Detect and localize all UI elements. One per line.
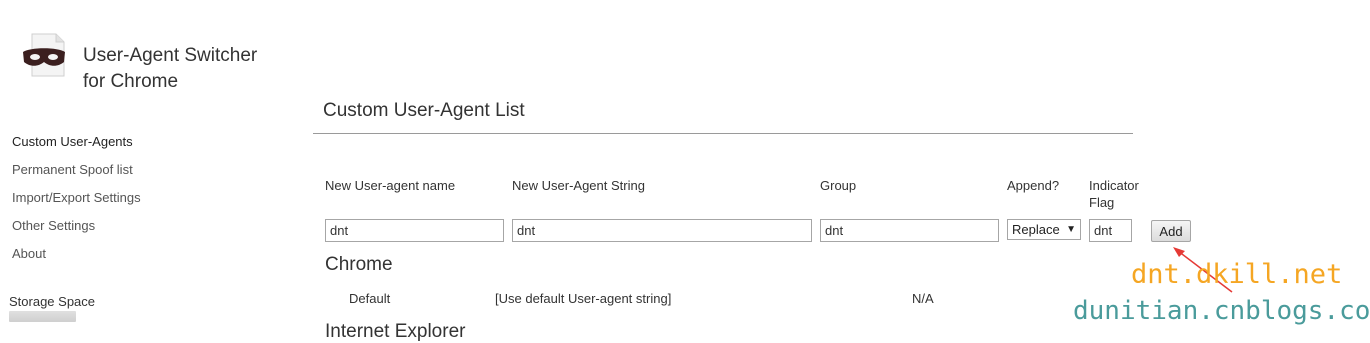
ua-row-flag: N/A [912, 291, 934, 306]
column-header-group: Group [820, 178, 857, 193]
indicator-flag-input[interactable] [1089, 219, 1132, 242]
watermark-line1: dnt.dkill.net [1131, 259, 1343, 290]
group-input[interactable] [820, 219, 999, 242]
page-title: Custom User-Agent List [323, 100, 525, 121]
sidebar-item-about[interactable]: About [12, 246, 141, 274]
sidebar-item-custom-user-agents[interactable]: Custom User-Agents [12, 134, 141, 162]
group-title-chrome: Chrome [325, 254, 393, 275]
column-header-flag-line1: Indicator [1089, 178, 1139, 193]
sidebar-item-import-export-settings[interactable]: Import/Export Settings [12, 190, 141, 218]
dropdown-triangle-icon: ▼ [1066, 224, 1076, 235]
app-title: User-Agent Switcher for Chrome [83, 43, 283, 95]
column-header-string: New User-Agent String [512, 178, 645, 193]
ua-row-name[interactable]: Default [349, 291, 390, 306]
user-agent-string-input[interactable] [512, 219, 812, 242]
sidebar-item-other-settings[interactable]: Other Settings [12, 218, 141, 246]
watermark-line2: dunitian.cnblogs.com [1073, 296, 1370, 326]
title-divider [313, 133, 1133, 134]
storage-space-label: Storage Space [9, 294, 96, 309]
app-title-line2: for Chrome [83, 71, 179, 92]
group-title-internet-explorer: Internet Explorer [325, 321, 466, 342]
append-select-value: Replace [1012, 222, 1060, 237]
user-agent-name-input[interactable] [325, 219, 504, 242]
storage-space-bar [9, 311, 76, 322]
sidebar-item-permanent-spoof-list[interactable]: Permanent Spoof list [12, 162, 141, 190]
column-header-flag-line2: Flag [1089, 195, 1115, 210]
bandit-mask-icon [23, 33, 65, 77]
column-header-name: New User-agent name [325, 178, 456, 193]
column-header-indicator-flag: Indicator Flag [1089, 177, 1139, 211]
append-select[interactable]: Replace ▼ [1007, 219, 1081, 240]
sidebar-nav: Custom User-Agents Permanent Spoof list … [12, 134, 141, 274]
column-header-append: Append? [1007, 178, 1060, 193]
add-button[interactable]: Add [1151, 220, 1191, 242]
ua-row-string: [Use default User-agent string] [495, 291, 672, 306]
app-title-line1: User-Agent Switcher [83, 45, 258, 66]
